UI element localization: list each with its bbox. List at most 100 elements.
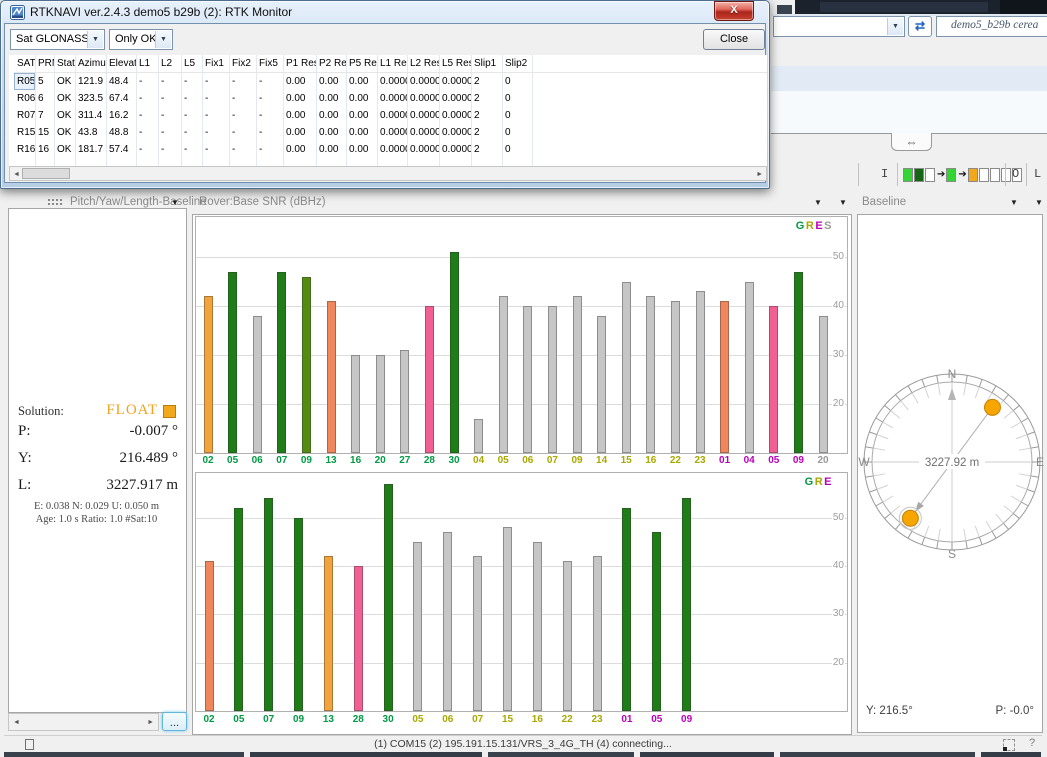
table-cell: OK — [54, 73, 75, 90]
chart-legend: GRE — [805, 476, 833, 488]
table-cell: OK — [54, 90, 75, 107]
table-row[interactable]: R1616OK181.757.4------0.000.000.000.0000… — [14, 141, 767, 158]
snr-bar — [354, 566, 363, 711]
satellite-xlabel: 05 — [645, 714, 669, 725]
satellite-table[interactable]: SATPRNStatusAzimuthElevationL1L2L5Fix1Fi… — [9, 55, 767, 166]
inner-tick — [877, 435, 888, 439]
snr-bar — [400, 350, 409, 453]
table-cell: 16.2 — [106, 107, 136, 124]
column-header[interactable]: P1 Resid — [283, 55, 316, 72]
compass-south-label: S — [948, 547, 956, 561]
table-row[interactable]: R077OK311.416.2------0.000.000.000.00000… — [14, 107, 767, 124]
column-header[interactable]: P2 Resid — [316, 55, 346, 72]
satellite-xlabel: 16 — [525, 714, 549, 725]
table-cell: 6 — [35, 90, 54, 107]
solution-select-combobox[interactable]: ▼ — [773, 16, 905, 37]
solution-name-box[interactable]: demo5_b29b cerea — [936, 16, 1047, 37]
snr-panel-dropdown-1[interactable]: ▼ — [814, 198, 822, 207]
snr-bar — [597, 316, 606, 453]
scroll-left-icon[interactable]: ◄ — [13, 166, 20, 183]
table-cell: - — [202, 73, 229, 90]
baseline-panel-dropdown-2[interactable]: ▼ — [1035, 198, 1043, 207]
inner-tick — [891, 506, 900, 514]
close-window-button[interactable]: X — [714, 1, 754, 21]
column-header[interactable]: L2 — [158, 55, 181, 72]
scroll-right-icon[interactable]: ► — [147, 714, 154, 731]
table-cell: - — [229, 141, 256, 158]
column-header[interactable]: SAT — [14, 55, 35, 72]
snr-panel-dropdown-2[interactable]: ▼ — [839, 198, 847, 207]
table-row[interactable]: R066OK323.567.4------0.000.000.000.00000… — [14, 90, 767, 107]
column-header[interactable]: Elevation — [106, 55, 136, 72]
pitch-value: -0.007 ° — [40, 423, 178, 440]
baseline-swap-button[interactable]: ⇄ — [908, 16, 932, 37]
column-header[interactable]: Slip2 — [502, 55, 532, 72]
chevron-down-icon[interactable]: ▼ — [87, 31, 103, 48]
satellite-xlabel: 07 — [466, 714, 490, 725]
scrollbar-thumb[interactable] — [22, 168, 70, 179]
close-icon: X — [730, 4, 737, 16]
expand-collapse-tab[interactable]: ⇔ — [891, 133, 932, 151]
snr-bar — [671, 301, 680, 453]
table-cell: - — [181, 107, 202, 124]
column-header[interactable]: L1 — [136, 55, 158, 72]
table-cell: 0.00 — [283, 107, 316, 124]
left-panel-hscrollbar[interactable]: ◄ ► — [8, 713, 159, 731]
scroll-left-icon[interactable]: ◄ — [13, 714, 20, 731]
table-cell: 43.8 — [75, 124, 106, 141]
satellite-xlabel: 22 — [555, 714, 579, 725]
column-header[interactable]: Status — [54, 55, 75, 72]
snr-bar — [622, 282, 631, 454]
more-options-button[interactable]: ... — [162, 712, 187, 731]
log-stream-label[interactable]: L — [1034, 167, 1041, 181]
legend-entry: G — [796, 220, 806, 232]
column-header[interactable]: Slip1 — [471, 55, 502, 72]
satellite-system-select[interactable]: Sat GLONASS ▼ — [10, 29, 105, 50]
chevron-down-icon[interactable]: ▼ — [155, 31, 171, 48]
solution-label: Solution: — [18, 404, 64, 419]
snr-bar — [277, 272, 286, 453]
stream-status-square — [914, 168, 924, 182]
table-cell: 0.00 — [283, 73, 316, 90]
base-snr-xlabels: 0205070913283005060715162223010509 — [195, 714, 848, 728]
column-header[interactable]: Fix1 — [202, 55, 229, 72]
column-header[interactable]: L2 Resid — [407, 55, 439, 72]
solution-status-indicator — [163, 405, 176, 418]
monitor-close-button[interactable]: Close — [703, 29, 765, 50]
resize-grip-icon[interactable] — [1003, 739, 1015, 751]
table-row[interactable]: R055OK121.948.4------0.000.000.000.00000… — [14, 73, 767, 90]
column-header[interactable]: L1 Resid — [377, 55, 407, 72]
column-header[interactable]: Fix2 — [229, 55, 256, 72]
column-header[interactable]: P5 Resid — [346, 55, 377, 72]
output-stream-label[interactable]: O — [1012, 167, 1019, 181]
ring-tick — [908, 386, 912, 393]
enu-error-line: E: 0.038 N: 0.029 U: 0.050 m — [8, 501, 185, 512]
satellite-xlabel: 28 — [417, 455, 441, 466]
column-header[interactable]: L5 — [181, 55, 202, 72]
status-filter-select[interactable]: Only OK ▼ — [109, 29, 173, 50]
inner-tick — [925, 387, 929, 398]
y-tick-label: 20 — [832, 398, 845, 409]
table-row[interactable]: R1515OK43.848.8------0.000.000.000.00000… — [14, 124, 767, 141]
table-cell: 0.00 — [346, 90, 377, 107]
column-header[interactable]: L5 Resid — [439, 55, 471, 72]
monitor-hscrollbar[interactable]: ◄ ► — [9, 166, 767, 181]
table-cell: - — [158, 73, 181, 90]
rtk-monitor-window[interactable]: RTKNAVI ver.2.4.3 demo5 b29b (2): RTK Mo… — [0, 0, 770, 189]
table-cell: 0 — [502, 107, 532, 124]
left-panel-mode-dropdown[interactable]: ▼ — [171, 198, 179, 207]
column-header[interactable]: Fix5 — [256, 55, 283, 72]
drag-grip-icon[interactable] — [48, 199, 62, 207]
rover-snr-chart: 20304050GRES — [195, 216, 848, 454]
help-icon[interactable]: ? — [1029, 737, 1035, 749]
y-tick-label: 40 — [832, 560, 845, 571]
column-header[interactable]: Azimuth — [75, 55, 106, 72]
column-header[interactable]: PRN — [35, 55, 54, 72]
snr-bar — [294, 518, 303, 711]
table-cell: - — [229, 90, 256, 107]
chevron-down-icon[interactable]: ▼ — [887, 18, 903, 35]
stream-status-square — [968, 168, 978, 182]
scroll-right-icon[interactable]: ► — [756, 166, 763, 183]
baseline-panel-dropdown-1[interactable]: ▼ — [1010, 198, 1018, 207]
monitor-titlebar[interactable]: RTKNAVI ver.2.4.3 demo5 b29b (2): RTK Mo… — [4, 1, 766, 23]
